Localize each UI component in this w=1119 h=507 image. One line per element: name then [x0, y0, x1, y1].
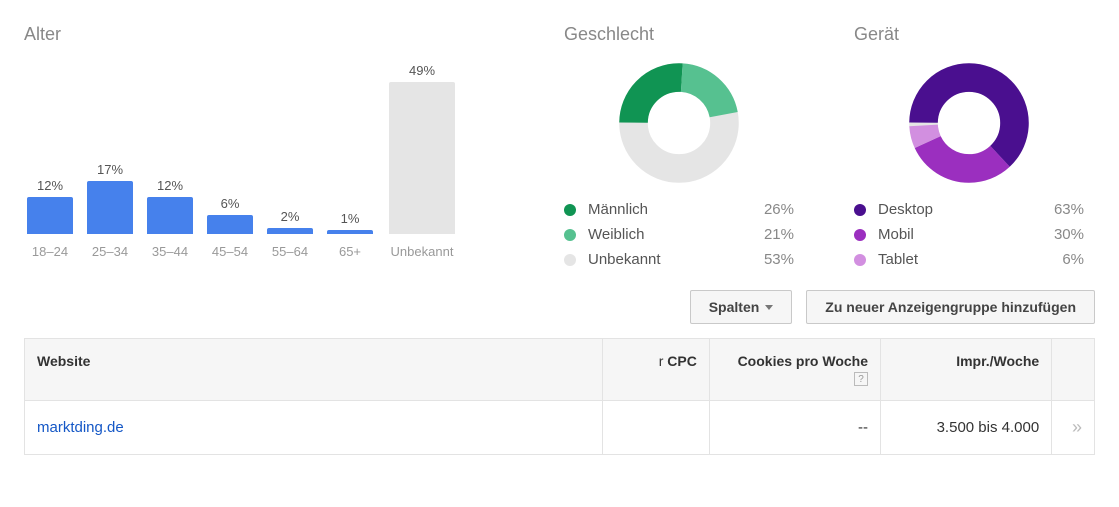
bar-label: 25–34: [92, 244, 128, 259]
age-chart: Alter 12% 18–24 17% 25–34 12% 35–44 6% 45–54 2% 5…: [24, 24, 504, 272]
add-to-adgroup-button[interactable]: Zu neuer Anzeigengruppe hinzufügen: [806, 290, 1095, 324]
age-bar: 12% 18–24: [24, 178, 76, 259]
legend-pct: 6%: [1040, 251, 1084, 268]
legend-label: Weiblich: [588, 226, 750, 243]
device-legend-row: Desktop63%: [854, 197, 1084, 222]
age-bar: 2% 55–64: [264, 209, 316, 259]
bar-label: 35–44: [152, 244, 188, 259]
age-bar: 1% 65+: [324, 211, 376, 259]
bar-rect: [87, 181, 133, 234]
legend-pct: 53%: [750, 251, 794, 268]
legend-label: Unbekannt: [588, 251, 750, 268]
help-icon[interactable]: ?: [854, 372, 868, 386]
legend-swatch-icon: [564, 254, 576, 266]
legend-pct: 30%: [1040, 226, 1084, 243]
website-link[interactable]: marktding.de: [37, 419, 124, 436]
col-website[interactable]: Website: [25, 339, 603, 401]
bar-value: 17%: [97, 162, 123, 177]
cell-cpc: [602, 401, 709, 455]
cpc-label: CPC: [667, 353, 697, 369]
bar-value: 12%: [157, 178, 183, 193]
col-impr[interactable]: Impr./Woche: [881, 339, 1052, 401]
bar-value: 6%: [221, 196, 240, 211]
age-bar: 12% 35–44: [144, 178, 196, 259]
gender-legend-row: Unbekannt53%: [564, 247, 794, 272]
bar-value: 1%: [341, 211, 360, 226]
bar-rect: [267, 228, 313, 234]
table-toolbar: Spalten Zu neuer Anzeigengruppe hinzufüg…: [24, 290, 1095, 324]
bar-rect: [327, 230, 373, 234]
gender-chart-title: Geschlecht: [564, 24, 794, 45]
device-chart: Gerät Desktop63%Mobil30%Tablet6%: [854, 24, 1084, 272]
cpc-prefix: r: [659, 353, 664, 369]
gender-legend-row: Weiblich21%: [564, 222, 794, 247]
device-legend-row: Tablet6%: [854, 247, 1084, 272]
age-bar: 49% Unbekannt: [384, 63, 460, 259]
legend-swatch-icon: [564, 204, 576, 216]
col-expand: [1052, 339, 1095, 401]
legend-label: Männlich: [588, 201, 750, 218]
expand-row-button[interactable]: »: [1072, 417, 1082, 437]
device-legend-row: Mobil30%: [854, 222, 1084, 247]
device-donut-icon: [909, 63, 1029, 183]
col-cookies[interactable]: Cookies pro Woche ?: [709, 339, 880, 401]
bar-label: 55–64: [272, 244, 308, 259]
age-bar: 17% 25–34: [84, 162, 136, 259]
legend-pct: 63%: [1040, 201, 1084, 218]
age-chart-title: Alter: [24, 24, 504, 45]
cookies-label: Cookies pro Woche: [738, 353, 868, 369]
bar-rect: [147, 197, 193, 234]
legend-swatch-icon: [854, 204, 866, 216]
legend-label: Mobil: [878, 226, 1040, 243]
legend-swatch-icon: [564, 229, 576, 241]
cell-cookies: --: [709, 401, 880, 455]
bar-rect: [207, 215, 253, 234]
caret-down-icon: [765, 305, 773, 310]
gender-chart: Geschlecht Männlich26%Weiblich21%Unbekan…: [564, 24, 794, 272]
bar-rect: [27, 197, 73, 234]
bar-rect: [389, 82, 455, 234]
gender-donut-icon: [619, 63, 739, 183]
bar-label: 65+: [339, 244, 361, 259]
bar-value: 49%: [409, 63, 435, 78]
bar-value: 12%: [37, 178, 63, 193]
age-bar: 6% 45–54: [204, 196, 256, 259]
bar-label: Unbekannt: [391, 244, 454, 259]
legend-pct: 21%: [750, 226, 794, 243]
bar-label: 18–24: [32, 244, 68, 259]
legend-label: Tablet: [878, 251, 1040, 268]
device-chart-title: Gerät: [854, 24, 1084, 45]
bar-label: 45–54: [212, 244, 248, 259]
legend-swatch-icon: [854, 229, 866, 241]
columns-button-label: Spalten: [709, 299, 760, 315]
bar-value: 2%: [281, 209, 300, 224]
columns-button[interactable]: Spalten: [690, 290, 793, 324]
gender-legend-row: Männlich26%: [564, 197, 794, 222]
col-cpc[interactable]: r CPC: [602, 339, 709, 401]
placements-table: Website r CPC Cookies pro Woche ? Impr./…: [24, 338, 1095, 455]
cell-impr: 3.500 bis 4.000: [881, 401, 1052, 455]
legend-pct: 26%: [750, 201, 794, 218]
add-to-adgroup-label: Zu neuer Anzeigengruppe hinzufügen: [825, 299, 1076, 315]
legend-swatch-icon: [854, 254, 866, 266]
table-row: marktding.de -- 3.500 bis 4.000 »: [25, 401, 1095, 455]
legend-label: Desktop: [878, 201, 1040, 218]
